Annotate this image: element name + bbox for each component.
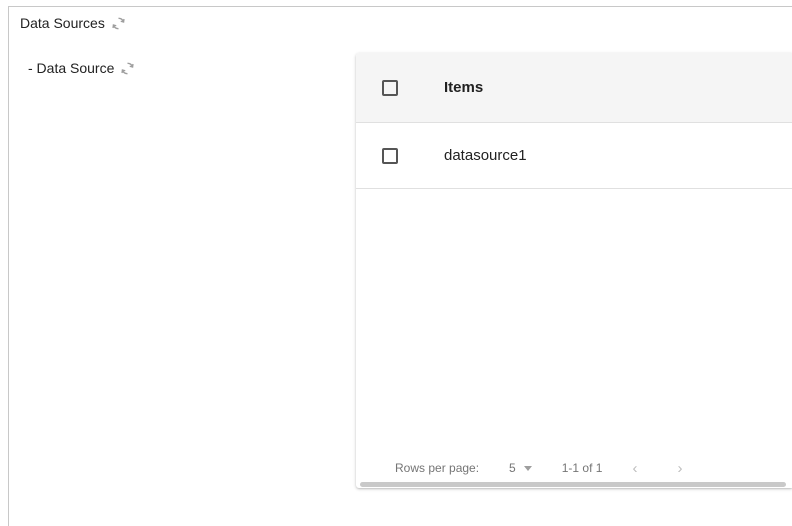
refresh-icon[interactable] bbox=[120, 61, 135, 76]
data-sources-heading: Data Sources bbox=[20, 15, 126, 31]
table-header: Items bbox=[356, 53, 792, 123]
pagination-footer: Rows per page: 5 1-1 of 1 ‹ › bbox=[356, 451, 792, 485]
table-row[interactable]: datasource1 bbox=[356, 123, 792, 189]
horizontal-scrollbar[interactable] bbox=[360, 482, 786, 487]
data-sources-title: Data Sources bbox=[20, 15, 105, 31]
previous-page-icon[interactable]: ‹ bbox=[632, 460, 637, 477]
data-source-title: - Data Source bbox=[28, 60, 115, 76]
pagination-range: 1-1 of 1 bbox=[561, 461, 603, 475]
next-page-icon[interactable]: › bbox=[677, 460, 682, 477]
pagination-nav: ‹ › bbox=[632, 460, 682, 477]
row-checkbox[interactable] bbox=[382, 147, 398, 164]
items-column-header: Items bbox=[444, 79, 484, 96]
data-source-heading: - Data Source bbox=[28, 60, 135, 76]
rows-per-page-label: Rows per page: bbox=[395, 461, 480, 475]
rows-per-page-value: 5 bbox=[509, 461, 516, 475]
chevron-down-icon bbox=[523, 465, 532, 471]
rows-per-page-select[interactable]: 5 bbox=[509, 461, 532, 475]
refresh-icon[interactable] bbox=[111, 16, 126, 31]
items-table: Items datasource1 Rows per page: 5 1-1 o… bbox=[356, 53, 792, 488]
row-label: datasource1 bbox=[444, 147, 527, 164]
select-all-checkbox[interactable] bbox=[382, 79, 398, 96]
